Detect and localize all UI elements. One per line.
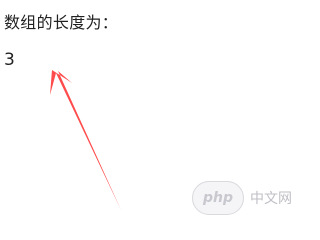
length-value: 3 (4, 50, 15, 70)
length-label: 数组的长度为： (4, 13, 119, 32)
site-watermark: php 中文网 (192, 181, 304, 215)
watermark-site-text: 中文网 (250, 191, 292, 207)
watermark-brand: php (202, 190, 233, 206)
watermark-badge: php (192, 181, 244, 215)
arrow-shape (50, 70, 121, 210)
